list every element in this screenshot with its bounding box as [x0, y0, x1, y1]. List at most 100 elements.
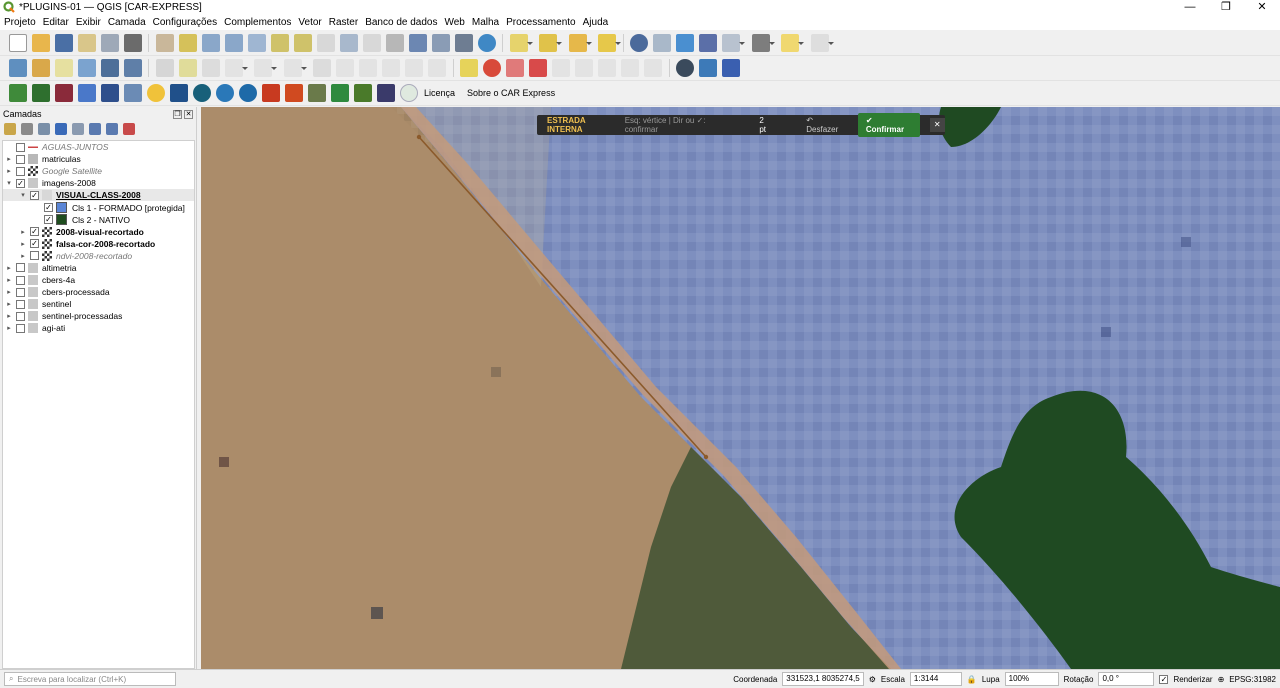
pan-to-selection-icon[interactable]	[178, 33, 197, 52]
expand-arrow-icon[interactable]: ▸	[5, 167, 13, 175]
layer-visibility-checkbox[interactable]	[16, 166, 25, 176]
expand-arrow-icon[interactable]: ▸	[5, 264, 13, 272]
layer-visibility-checkbox[interactable]	[16, 323, 25, 333]
zoom-layer-icon[interactable]	[293, 33, 312, 52]
show-hide-labels-icon[interactable]	[621, 58, 639, 77]
add-vector-icon[interactable]	[123, 58, 142, 77]
help-icon[interactable]	[722, 58, 740, 77]
deselect-icon[interactable]	[568, 33, 592, 52]
expand-all-icon[interactable]	[89, 123, 101, 135]
car-water-icon[interactable]	[330, 83, 349, 102]
layer-row[interactable]: ▸ Google Satellite	[3, 165, 194, 177]
layer-visibility-checkbox[interactable]	[16, 263, 25, 273]
car-edit-icon[interactable]	[123, 83, 142, 102]
about-car-express-link[interactable]: Sobre o CAR Express	[467, 88, 555, 98]
confirm-button[interactable]: ✔ Confirmar	[857, 113, 920, 137]
gps-icon[interactable]	[676, 58, 694, 77]
float-panel-icon[interactable]: ❐	[173, 109, 182, 119]
menu-exibir[interactable]: Exibir	[72, 17, 104, 28]
edit-pencil-icon[interactable]	[77, 58, 96, 77]
add-group-icon[interactable]	[21, 123, 33, 135]
toggle-extents-icon[interactable]: ⚙	[869, 675, 876, 684]
label-tool-icon[interactable]	[460, 58, 478, 77]
layer-visibility-checkbox[interactable]	[30, 251, 39, 261]
menu-ajuda[interactable]: Ajuda	[579, 17, 612, 28]
undo-button[interactable]: ↶ Desfazer	[806, 116, 846, 134]
menu-processamento[interactable]: Processamento	[502, 17, 578, 28]
filter-legend-icon[interactable]	[55, 123, 67, 135]
layer-visibility-checkbox[interactable]: ✓	[44, 215, 53, 225]
car-terrain-icon[interactable]	[307, 83, 326, 102]
label-properties-icon[interactable]	[644, 58, 662, 77]
open-layer-styling-icon[interactable]	[4, 123, 16, 135]
layer-visibility-checkbox[interactable]	[16, 287, 25, 297]
menu-camada[interactable]: Camada	[104, 17, 149, 28]
car-info-icon[interactable]	[399, 83, 418, 102]
zoom-last-icon[interactable]	[339, 33, 358, 52]
save-project-icon[interactable]	[54, 33, 73, 52]
menu-raster[interactable]: Raster	[325, 17, 361, 28]
vertex-start[interactable]	[416, 134, 422, 140]
map-tips-icon[interactable]	[781, 33, 804, 52]
filter-expression-icon[interactable]	[72, 123, 84, 135]
scale-field[interactable]: 1:3144	[909, 672, 962, 686]
car-heat-icon[interactable]	[284, 83, 303, 102]
render-checkbox[interactable]: ✓	[1159, 674, 1169, 684]
layer-visibility-checkbox[interactable]	[16, 275, 25, 285]
layer-row[interactable]: ▸ cbers-processada	[3, 286, 194, 298]
car-panel-icon[interactable]	[169, 83, 188, 102]
print-layout-icon[interactable]	[100, 33, 119, 52]
identify-select-icon[interactable]	[509, 33, 533, 52]
new-shapefile-icon[interactable]	[54, 58, 73, 77]
car-search-icon[interactable]	[215, 83, 234, 102]
layer-row[interactable]: ▾ ✓ VISUAL-CLASS-2008	[3, 189, 194, 202]
layer-row[interactable]: AGUAS-JUNTOS	[3, 141, 194, 153]
zoom-in-icon[interactable]	[201, 33, 220, 52]
car-layers-icon[interactable]	[100, 83, 119, 102]
expand-arrow-icon[interactable]: ▸	[19, 228, 27, 236]
digitize-line-icon[interactable]	[224, 58, 248, 77]
collapse-all-icon[interactable]	[106, 123, 118, 135]
zoom-native-icon[interactable]	[316, 33, 335, 52]
select-features-icon[interactable]	[539, 33, 562, 52]
expand-arrow-icon[interactable]: ▸	[5, 288, 13, 296]
rotate-label-icon[interactable]	[575, 58, 593, 77]
layer-row[interactable]: ▸ altimetria	[3, 262, 194, 274]
new-project-icon[interactable]	[8, 33, 27, 52]
expand-arrow-icon[interactable]: ▸	[5, 312, 13, 320]
toggle-editing-icon[interactable]	[155, 58, 174, 77]
expand-arrow-icon[interactable]: ▾	[19, 191, 27, 199]
attribute-table-icon[interactable]	[653, 33, 671, 52]
map-imagery[interactable]	[201, 107, 1280, 669]
zoom-next-icon[interactable]	[362, 33, 381, 52]
expand-arrow-icon[interactable]: ▾	[5, 179, 13, 187]
layer-row[interactable]: ✓ Cls 2 - NATIVO	[3, 214, 194, 226]
redo-icon[interactable]	[428, 58, 446, 77]
layer-row[interactable]: ▸ sentinel-processadas	[3, 310, 194, 322]
car-book-icon[interactable]	[54, 83, 73, 102]
expand-arrow-icon[interactable]: ▸	[5, 155, 13, 163]
layer-row[interactable]: ▸ cbers-4a	[3, 274, 194, 286]
show-bookmarks-icon[interactable]	[431, 33, 450, 52]
car-sun-icon[interactable]	[146, 83, 165, 102]
save-layer-edits-icon[interactable]	[201, 58, 220, 77]
layer-row[interactable]: ▸ sentinel	[3, 298, 194, 310]
layer-row[interactable]: ▸ agi-ati	[3, 322, 194, 334]
annotation-icon[interactable]	[810, 33, 834, 52]
expand-arrow-icon[interactable]: ▸	[5, 300, 13, 308]
car-forest-icon[interactable]	[353, 83, 372, 102]
new-map-view-icon[interactable]	[385, 33, 404, 52]
zoom-selection-icon[interactable]	[270, 33, 289, 52]
open-project-icon[interactable]	[31, 33, 50, 52]
layer-visibility-checkbox[interactable]: ✓	[16, 178, 25, 188]
bookmark-icon[interactable]	[408, 33, 427, 52]
layer-visibility-checkbox[interactable]: ✓	[30, 239, 39, 249]
coordinate-field[interactable]: 331523,1 8035274,5	[782, 672, 864, 686]
layer-visibility-checkbox[interactable]: ✓	[30, 227, 39, 237]
select-by-value-icon[interactable]	[598, 33, 621, 52]
layer-visibility-checkbox[interactable]	[16, 154, 25, 164]
cut-features-icon[interactable]	[336, 58, 354, 77]
identify-features-icon[interactable]	[630, 33, 648, 52]
car-globe-icon[interactable]	[192, 83, 211, 102]
vertex-end[interactable]	[703, 454, 709, 460]
